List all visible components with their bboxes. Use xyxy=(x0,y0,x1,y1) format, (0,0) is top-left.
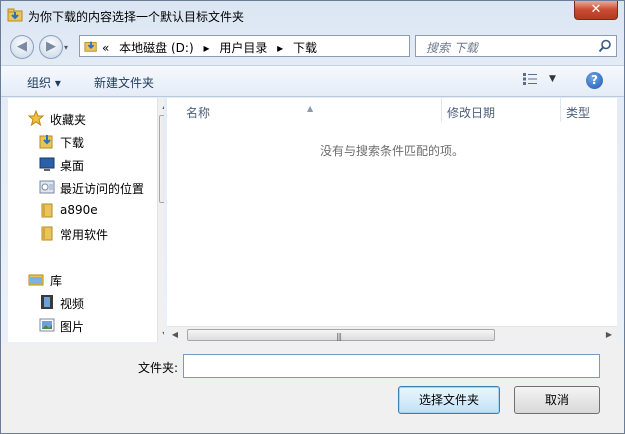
picture-icon xyxy=(39,318,55,332)
scroll-up-icon[interactable]: ▲ xyxy=(158,98,164,113)
scroll-left-icon[interactable]: ◀ xyxy=(167,327,183,343)
column-header-name[interactable]: ▲ 名称 xyxy=(167,98,441,122)
column-header-date[interactable]: 修改日期 xyxy=(442,98,560,122)
nav-item-pictures[interactable]: 图片 xyxy=(8,315,150,335)
help-icon[interactable]: ? xyxy=(586,72,603,89)
column-label: 名称 xyxy=(186,106,211,120)
nav-label: 收藏夹 xyxy=(50,113,87,127)
search-input[interactable]: 搜索 下载 xyxy=(426,39,478,56)
folder-field[interactable] xyxy=(183,354,600,378)
back-button[interactable]: ◀ xyxy=(10,35,34,59)
scroll-thumb[interactable]: ||| xyxy=(187,329,495,341)
download-folder-icon xyxy=(84,41,97,52)
nav-label: 最近访问的位置 xyxy=(60,182,145,196)
library-icon xyxy=(28,274,44,286)
nav-item-recent[interactable]: 最近访问的位置 xyxy=(8,177,150,197)
scroll-thumb[interactable] xyxy=(159,115,164,203)
view-dropdown-icon[interactable]: ▼ xyxy=(549,74,556,84)
scroll-down-icon[interactable]: ▼ xyxy=(158,327,164,342)
breadcrumb-item-drive[interactable]: 本地磁盘 (D:) xyxy=(119,41,193,55)
file-list-scrollbar[interactable]: ◀ ||| ▶ xyxy=(167,326,617,343)
arrow-right-icon: ▶ xyxy=(46,39,56,54)
select-folder-button[interactable]: 选择文件夹 xyxy=(398,386,500,414)
forward-button[interactable]: ▶ xyxy=(39,35,63,59)
column-header-type[interactable]: 类型 xyxy=(561,98,617,122)
column-label: 类型 xyxy=(566,106,591,120)
nav-favorites[interactable]: 收藏夹 xyxy=(8,108,150,128)
navigation-pane: 收藏夹 下载 桌面 最近访问的位置 a890e 常用软件 库 视频 图片 xyxy=(8,98,164,342)
search-box[interactable]: 搜索 下载 xyxy=(415,35,617,57)
nav-label: 常用软件 xyxy=(60,228,109,242)
folder-field-label: 文件夹: xyxy=(138,361,179,375)
nav-item-desktop[interactable]: 桌面 xyxy=(8,154,150,174)
video-icon xyxy=(41,295,53,309)
nav-label: 图片 xyxy=(60,320,85,334)
breadcrumb-separator[interactable]: ▸ xyxy=(203,41,209,55)
breadcrumb-separator[interactable]: ▸ xyxy=(277,41,283,55)
recent-places-icon xyxy=(39,180,55,194)
file-list: ▲ 名称 修改日期 类型 没有与搜索条件匹配的项。 ◀ ||| ▶ xyxy=(167,98,617,343)
nav-label: a890e xyxy=(60,203,98,217)
sort-ascending-icon: ▲ xyxy=(307,104,314,113)
grip-icon: ||| xyxy=(336,332,342,341)
scroll-right-icon[interactable]: ▶ xyxy=(601,327,617,343)
nav-item-a890e[interactable]: a890e xyxy=(8,200,150,220)
breadcrumb-item-downloads[interactable]: 下载 xyxy=(293,41,317,55)
command-toolbar: 组织 ▾ 新建文件夹 ▼ ? xyxy=(1,65,624,97)
cancel-button[interactable]: 取消 xyxy=(514,386,600,414)
close-button[interactable]: ✕ xyxy=(574,1,618,20)
organize-menu[interactable]: 组织 ▾ xyxy=(27,74,61,91)
nav-item-common-software[interactable]: 常用软件 xyxy=(8,223,150,243)
download-folder-icon xyxy=(7,8,23,22)
recent-pages-dropdown[interactable]: ▾ xyxy=(64,43,72,52)
download-folder-icon xyxy=(39,135,53,149)
nav-libraries[interactable]: 库 xyxy=(8,269,150,289)
empty-message: 没有与搜索条件匹配的项。 xyxy=(319,144,464,158)
title-bar: 为你下载的内容选择一个默认目标文件夹 ✕ xyxy=(1,1,624,31)
desktop-icon xyxy=(39,157,55,171)
new-folder-button[interactable]: 新建文件夹 xyxy=(94,74,154,91)
dialog-footer: 文件夹: 选择文件夹 取消 xyxy=(1,344,624,433)
nav-label: 库 xyxy=(50,274,63,288)
star-icon xyxy=(28,110,44,126)
breadcrumb: « 本地磁盘 (D:) ▸ 用户目录 ▸ 下载 xyxy=(102,39,323,56)
column-label: 修改日期 xyxy=(447,106,496,120)
folder-icon xyxy=(41,203,53,218)
nav-label: 下载 xyxy=(60,136,85,150)
folder-icon xyxy=(41,226,53,241)
navigation-bar: ◀ ▶ ▾ « 本地磁盘 (D:) ▸ 用户目录 ▸ 下载 ▼ ⇆ 搜索 下载 xyxy=(1,31,624,63)
search-icon[interactable] xyxy=(598,39,612,53)
nav-label: 桌面 xyxy=(60,159,85,173)
folder-picker-dialog: 为你下载的内容选择一个默认目标文件夹 ✕ ◀ ▶ ▾ « 本地磁盘 (D:) ▸… xyxy=(0,0,625,434)
arrow-left-icon: ◀ xyxy=(17,39,27,54)
breadcrumb-item-user-dir[interactable]: 用户目录 xyxy=(219,41,267,55)
nav-label: 视频 xyxy=(60,297,85,311)
nav-scrollbar[interactable]: ▲ ▼ xyxy=(157,98,164,342)
breadcrumb-overflow[interactable]: « xyxy=(102,41,109,55)
close-icon: ✕ xyxy=(590,2,602,17)
nav-item-videos[interactable]: 视频 xyxy=(8,292,150,312)
window-title: 为你下载的内容选择一个默认目标文件夹 xyxy=(28,10,245,24)
nav-item-downloads[interactable]: 下载 xyxy=(8,131,150,151)
address-bar[interactable]: « 本地磁盘 (D:) ▸ 用户目录 ▸ 下载 ▼ ⇆ xyxy=(79,35,479,57)
view-options-icon[interactable] xyxy=(523,73,537,85)
